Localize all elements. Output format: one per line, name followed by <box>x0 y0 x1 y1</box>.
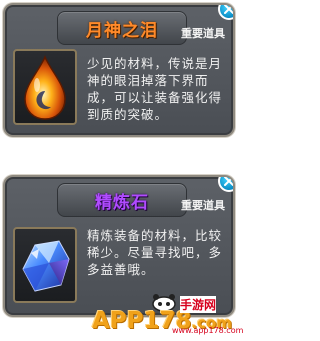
watermark-chinese: 手游网 <box>180 296 217 313</box>
blue-crystal-icon <box>22 240 70 292</box>
item-title: 精炼石 <box>95 193 149 213</box>
close-icon <box>224 177 233 186</box>
item-icon-frame <box>13 227 77 303</box>
watermark-domain: www.app178.com <box>172 326 244 335</box>
item-description: 少见的材料，传说是月神的眼泪掉落下界而成，可以让装备强化得到质的突破。 <box>87 56 223 122</box>
watermark-logo: APP178.com 手游网 www.app178.com <box>92 294 244 338</box>
close-button[interactable] <box>218 177 233 192</box>
item-description: 精炼装备的材料，比较稀少。尽量寻找吧，多多益善哦。 <box>87 228 223 277</box>
title-bar: 精炼石 <box>57 183 187 217</box>
item-title: 月神之泪 <box>86 21 158 41</box>
title-bar: 月神之泪 <box>57 11 187 45</box>
close-button[interactable] <box>218 5 233 20</box>
item-tooltip-moon-tear: 月神之泪 重要道具 少见的材料，传说是月神的眼泪掉落下界而成，可以让装备强化得到… <box>3 3 235 137</box>
item-icon-frame <box>13 49 77 125</box>
close-icon <box>224 5 233 14</box>
item-tag: 重要道具 <box>181 199 225 212</box>
teardrop-gem-icon <box>24 55 66 120</box>
item-tag: 重要道具 <box>181 27 225 40</box>
